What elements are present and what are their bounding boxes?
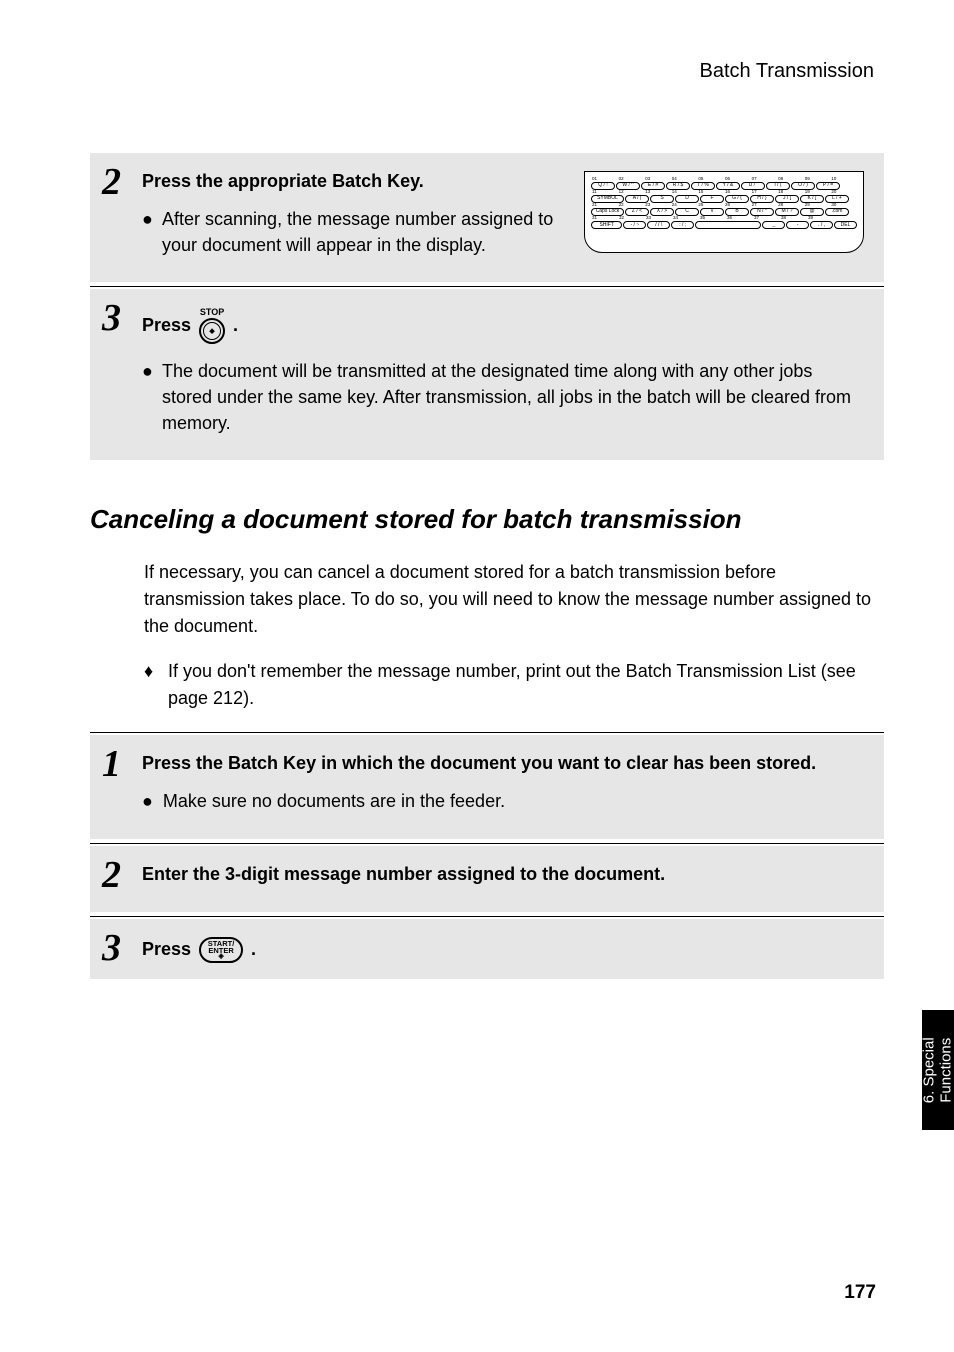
press-label: Press bbox=[142, 315, 191, 336]
step-2-bullet: After scanning, the message number assig… bbox=[162, 206, 564, 258]
divider bbox=[90, 916, 884, 917]
step-3b-box: 3 Press START/ ENTER ◈ . bbox=[90, 919, 884, 979]
diamond-text: If you don't remember the message number… bbox=[168, 658, 874, 712]
step-number-2: 2 bbox=[102, 856, 130, 894]
step-2b-title: Enter the 3-digit message number assigne… bbox=[142, 864, 864, 885]
press-label: Press bbox=[142, 939, 191, 960]
step-2-box: 2 Press the appropriate Batch Key. ● Aft… bbox=[90, 153, 884, 282]
step-number-3: 3 bbox=[102, 299, 130, 337]
step-1b-title: Press the Batch Key in which the documen… bbox=[142, 753, 864, 774]
step-3-box: 3 Press STOP . ● The document will be tr… bbox=[90, 289, 884, 460]
step-number-1: 1 bbox=[102, 745, 130, 783]
diamond-icon: ♦ bbox=[144, 658, 158, 712]
step-2-title: Press the appropriate Batch Key. bbox=[142, 171, 564, 192]
step-3-bullet: The document will be transmitted at the … bbox=[162, 358, 864, 436]
step-number-2: 2 bbox=[102, 163, 130, 201]
step-1b-bullet: Make sure no documents are in the feeder… bbox=[163, 788, 505, 814]
section-title: Canceling a document stored for batch tr… bbox=[90, 504, 884, 535]
bullet-icon: ● bbox=[142, 358, 152, 436]
divider bbox=[90, 843, 884, 844]
press-dot: . bbox=[251, 939, 256, 960]
step-number-3: 3 bbox=[102, 929, 130, 967]
page-number: 177 bbox=[844, 1282, 876, 1304]
bullet-icon: ● bbox=[142, 206, 152, 258]
section-paragraph: If necessary, you can cancel a document … bbox=[144, 559, 874, 640]
divider bbox=[90, 732, 884, 733]
stop-button-icon: STOP bbox=[199, 307, 225, 344]
step-2b-box: 2 Enter the 3-digit message number assig… bbox=[90, 846, 884, 912]
section-side-tab: 6. SpecialFunctions bbox=[922, 1010, 954, 1130]
divider bbox=[90, 286, 884, 287]
press-dot: . bbox=[233, 315, 238, 336]
start-enter-button-icon: START/ ENTER ◈ bbox=[199, 937, 243, 963]
step-1b-box: 1 Press the Batch Key in which the docum… bbox=[90, 735, 884, 838]
bullet-icon: ● bbox=[142, 788, 153, 814]
side-tab-text: 6. SpecialFunctions bbox=[921, 1037, 954, 1103]
page-header: Batch Transmission bbox=[90, 60, 884, 83]
keyboard-illustration: 01020304050607080910 Q / !W / ^E / #R / … bbox=[584, 171, 864, 253]
